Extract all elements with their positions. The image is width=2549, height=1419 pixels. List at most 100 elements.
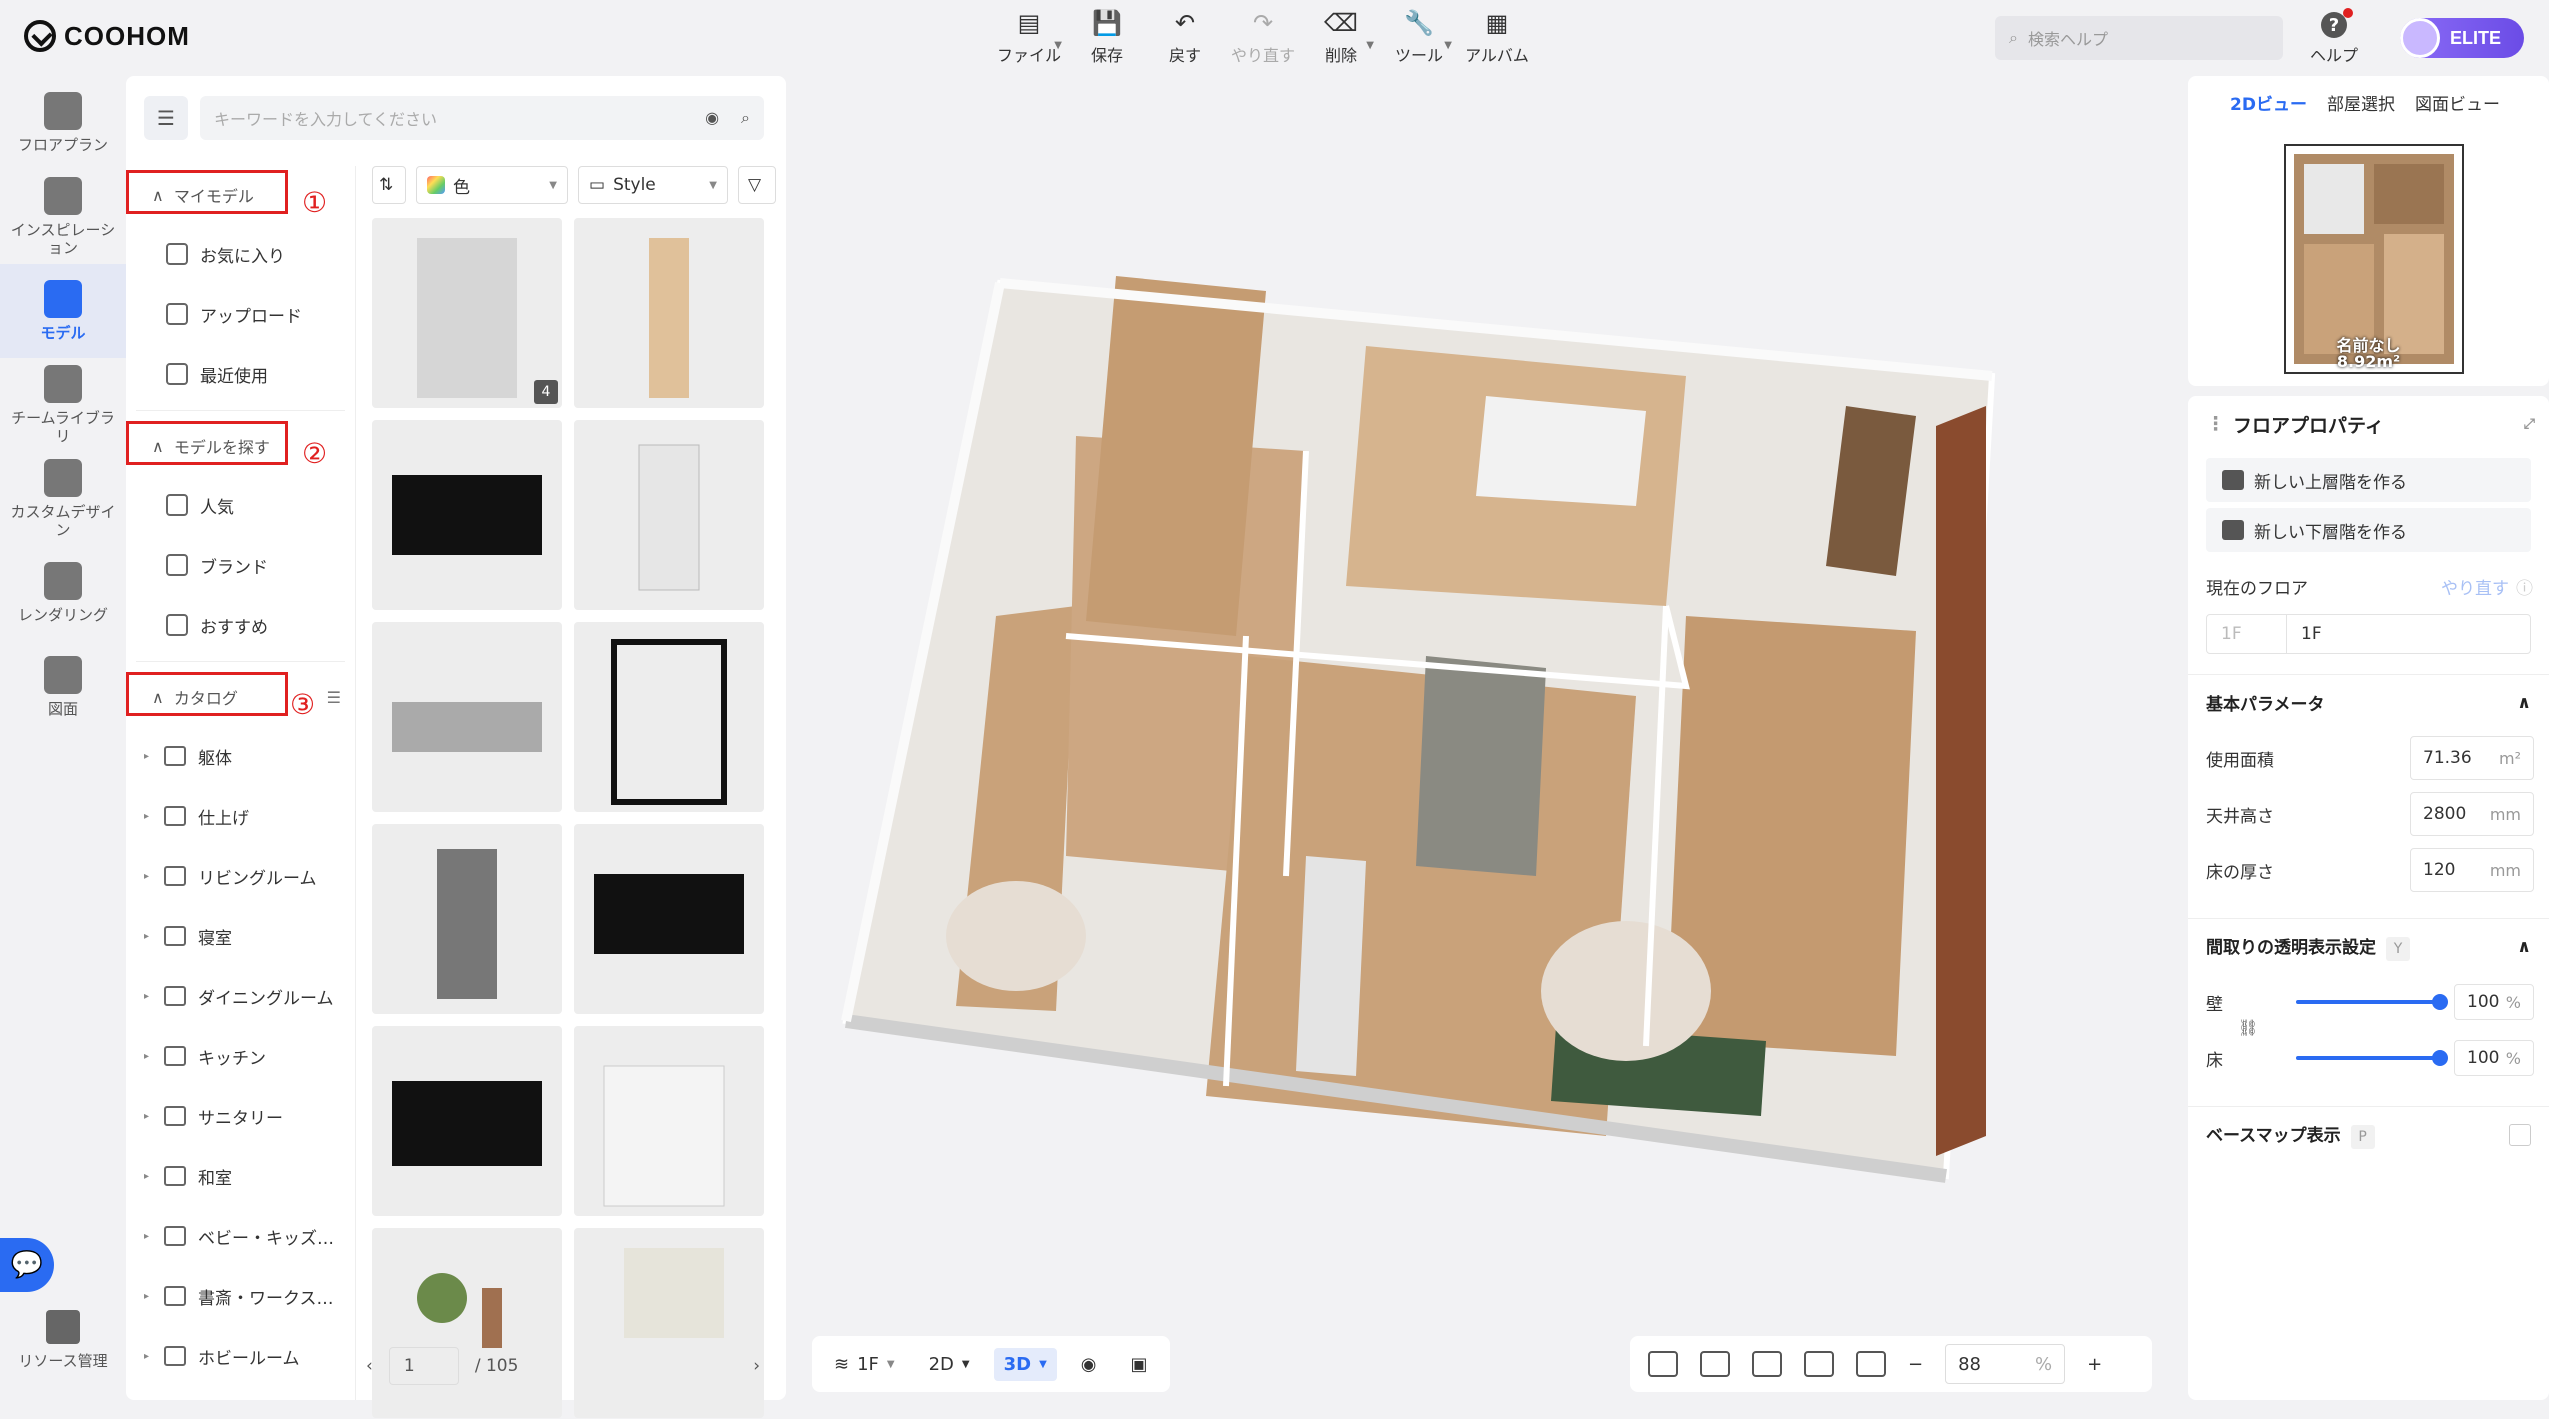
param-input[interactable]: 120 mm xyxy=(2410,848,2534,892)
style-filter-dropdown[interactable]: ▭ Style ▼ xyxy=(578,166,728,204)
mode-3d-button[interactable]: 3D ▼ xyxy=(993,1347,1057,1381)
sidebar-item-1[interactable]: インスピレーション xyxy=(0,170,126,264)
prev-page-icon[interactable]: ‹ xyxy=(366,1356,373,1376)
search-icon[interactable]: ⌕ xyxy=(741,108,750,128)
wall-transparency-slider[interactable] xyxy=(2296,994,2448,1010)
sidebar-item-4[interactable]: カスタムデザイン xyxy=(0,452,126,546)
expand-icon[interactable]: ⤢ xyxy=(2524,416,2535,432)
toolbar-button-1[interactable]: 💾 保存 xyxy=(1068,8,1146,70)
floor-name-field[interactable]: 1F 1F xyxy=(2206,614,2531,654)
floor-selector[interactable]: ≋ 1F ▼ xyxy=(824,1348,905,1381)
model-thumbnail[interactable] xyxy=(372,824,562,1014)
add-lower-floor-button[interactable]: 新しい下層階を作る xyxy=(2206,508,2531,552)
zoom-out-button[interactable]: − xyxy=(1908,1354,1923,1375)
transparency-header[interactable]: 間取りの透明表示設定 Y ∧ xyxy=(2188,918,2549,974)
list-item[interactable]: ▸ サニタリー xyxy=(126,1086,355,1146)
param-input[interactable]: 2800 mm xyxy=(2410,792,2534,836)
help-button[interactable]: ? ヘルプ xyxy=(2310,8,2358,66)
zoom-in-button[interactable]: + xyxy=(2087,1354,2102,1375)
page-input[interactable]: 1 xyxy=(388,1347,459,1385)
toolbar-button-4[interactable]: ⌫ 削除 ▼ xyxy=(1302,8,1380,70)
list-item[interactable]: ブランド xyxy=(126,535,355,595)
list-item[interactable]: 人気 xyxy=(126,475,355,535)
list-item[interactable]: ▸ 寝室 xyxy=(126,906,355,966)
camera-search-icon[interactable]: ◉ xyxy=(705,108,719,128)
floorplan-3d-render[interactable] xyxy=(786,76,2186,1415)
section-my-models[interactable]: ∧ マイモデル ① xyxy=(126,166,355,224)
color-filter-dropdown[interactable]: 色 ▼ xyxy=(416,166,568,204)
help-search-input[interactable]: ⌕ 検索ヘルプ xyxy=(1995,16,2283,60)
chat-support-button[interactable]: 💬 xyxy=(0,1238,54,1292)
list-item[interactable]: ▸ 和室 xyxy=(126,1146,355,1206)
model-thumbnail[interactable]: 4 xyxy=(372,218,562,408)
list-item[interactable]: ▸ ダイニングルーム xyxy=(126,966,355,1026)
list-item[interactable]: アップロード xyxy=(126,284,355,344)
slider-knob[interactable] xyxy=(2432,1050,2448,1066)
account-elite-badge[interactable]: ELITE xyxy=(2400,18,2524,58)
list-item[interactable]: ▸玄関 xyxy=(126,1386,355,1400)
cube-view-button[interactable]: ▣ xyxy=(1121,1348,1158,1381)
toolbar-button-6[interactable]: ▦ アルバム xyxy=(1458,8,1536,70)
model-thumbnail[interactable] xyxy=(574,420,764,610)
focus-icon[interactable] xyxy=(1804,1351,1834,1377)
sidebar-item-6[interactable]: 図面 xyxy=(0,640,126,734)
toolbar-button-0[interactable]: ▤ ファイル ▼ xyxy=(990,8,1068,70)
zoom-input[interactable]: 88% xyxy=(1945,1344,2066,1384)
model-thumbnail[interactable] xyxy=(574,622,764,812)
coohom-logo[interactable]: COOHOM xyxy=(24,20,190,52)
redo-link[interactable]: やり直す xyxy=(2441,574,2509,599)
list-item[interactable]: ▸ 書斎・ワークス… xyxy=(126,1266,355,1326)
minimap-tab[interactable]: 2Dビュー xyxy=(2230,90,2307,115)
param-input[interactable]: 71.36 m² xyxy=(2410,736,2534,780)
sidebar-item-5[interactable]: レンダリング xyxy=(0,546,126,640)
section-find-models[interactable]: ∧ モデルを探す ② xyxy=(126,417,355,475)
minimap-tab[interactable]: 部屋選択 xyxy=(2327,90,2395,115)
visibility-button[interactable]: ◉ xyxy=(1071,1348,1107,1381)
list-item[interactable]: ▸ 躯体 xyxy=(126,726,355,786)
floor-transparency-slider[interactable] xyxy=(2296,1050,2448,1066)
sort-button[interactable]: ⇅ xyxy=(372,166,406,204)
zoom-search-icon[interactable] xyxy=(1856,1351,1886,1377)
toolbar-button-3[interactable]: ↷ やり直す xyxy=(1224,8,1302,70)
list-item[interactable]: ▸ ベビー・キッズ… xyxy=(126,1206,355,1266)
mode-2d-button[interactable]: 2D ▼ xyxy=(919,1348,980,1381)
minimap-tab[interactable]: 図面ビュー xyxy=(2415,90,2500,115)
next-page-icon[interactable]: › xyxy=(753,1356,760,1376)
resource-management-button[interactable]: リソース管理 xyxy=(0,1310,126,1371)
model-thumbnail[interactable] xyxy=(574,1026,764,1216)
slider-knob[interactable] xyxy=(2432,994,2448,1010)
catalog-filter-icon[interactable]: ☰ xyxy=(327,688,341,707)
image-icon[interactable] xyxy=(1648,1351,1678,1377)
model-thumbnail[interactable] xyxy=(574,218,764,408)
model-thumbnail[interactable] xyxy=(372,1026,562,1216)
model-thumbnail[interactable] xyxy=(372,1228,562,1418)
floor-transparency-input[interactable]: 100% xyxy=(2454,1040,2534,1076)
toolbar-button-2[interactable]: ↶ 戻す xyxy=(1146,8,1224,70)
model-search-input[interactable]: キーワードを入力してください ◉ ⌕ xyxy=(200,96,764,140)
list-item[interactable]: お気に入り xyxy=(126,224,355,284)
sidebar-item-3[interactable]: チームライブラリ xyxy=(0,358,126,452)
wall-transparency-input[interactable]: 100% xyxy=(2454,984,2534,1020)
model-thumbnail[interactable] xyxy=(372,622,562,812)
fit-view-icon[interactable] xyxy=(1700,1351,1730,1377)
list-item[interactable]: ▸ リビングルーム xyxy=(126,846,355,906)
collapse-menu-button[interactable]: ☰ xyxy=(144,96,188,140)
model-thumbnail[interactable] xyxy=(574,824,764,1014)
list-item[interactable]: ▸ ホビールーム xyxy=(126,1326,355,1386)
toolbar-button-5[interactable]: 🔧 ツール ▼ xyxy=(1380,8,1458,70)
section-catalog[interactable]: ∧ カタログ ③ ☰ xyxy=(126,668,355,726)
sidebar-item-2[interactable]: モデル xyxy=(0,264,126,358)
list-item[interactable]: 最近使用 xyxy=(126,344,355,404)
3d-viewport[interactable] xyxy=(786,76,2186,1415)
settings-view-icon[interactable] xyxy=(1752,1351,1782,1377)
model-thumbnail[interactable] xyxy=(372,420,562,610)
basemap-checkbox[interactable] xyxy=(2509,1123,2531,1146)
add-upper-floor-button[interactable]: 新しい上層階を作る xyxy=(2206,458,2531,502)
list-item[interactable]: おすすめ xyxy=(126,595,355,655)
sidebar-item-0[interactable]: フロアプラン xyxy=(0,76,126,170)
basic-params-header[interactable]: 基本パラメータ ∧ xyxy=(2188,674,2549,730)
list-item[interactable]: ▸ キッチン xyxy=(126,1026,355,1086)
list-item[interactable]: ▸ 仕上げ xyxy=(126,786,355,846)
avatar[interactable] xyxy=(2400,18,2440,58)
filter-button[interactable]: ▽ xyxy=(738,166,776,204)
